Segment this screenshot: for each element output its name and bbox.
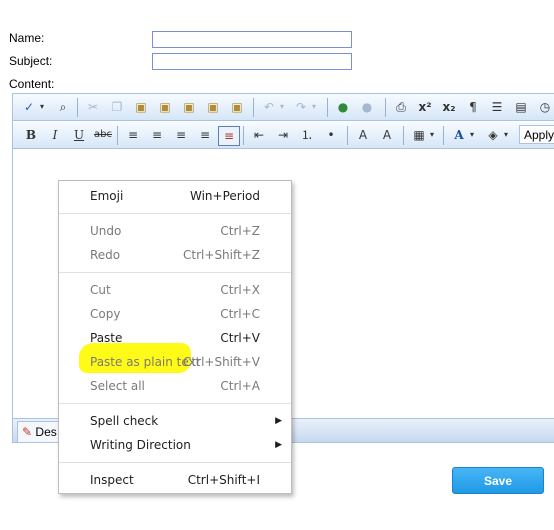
cut-icon[interactable]: ✂ xyxy=(83,98,103,116)
print-icon[interactable]: ⎙ xyxy=(391,98,411,116)
font-color-icon[interactable]: A xyxy=(449,126,469,144)
horizontal-rule-icon[interactable]: ☰ xyxy=(487,98,507,116)
context-menu: Emoji Win+Period Undo Ctrl+Z Redo Ctrl+Shif… xyxy=(58,180,292,494)
dropdown-arrow-icon[interactable]: ▾ xyxy=(37,98,47,116)
pencil-icon: ✎ xyxy=(22,425,33,439)
save-button[interactable]: Save xyxy=(452,467,544,494)
editor-toolbar-bottom: B I U abc ≡ ≡ ≡ ≡ ≡ ⇤ ⇥ ⒈ • A A ▦ ▾ A ▾ … xyxy=(13,122,554,149)
toolbar-separator xyxy=(347,126,348,145)
menu-item-inspect[interactable]: Inspect Ctrl+Shift+I xyxy=(59,469,291,491)
indent-icon[interactable]: ⇥ xyxy=(273,126,293,144)
dropdown-arrow-icon[interactable]: ▾ xyxy=(467,126,477,144)
toolbar-separator xyxy=(327,98,328,117)
menu-item-select-all[interactable]: Select all Ctrl+A xyxy=(59,375,291,397)
toolbar-separator xyxy=(253,98,254,117)
align-center-icon[interactable]: ≡ xyxy=(147,126,167,144)
outdent-icon[interactable]: ⇤ xyxy=(249,126,269,144)
submenu-arrow-icon: ▶ xyxy=(275,440,282,450)
redo-icon[interactable]: ↷ xyxy=(291,98,311,116)
menu-separator xyxy=(59,213,291,214)
toolbar-separator xyxy=(443,126,444,145)
spellcheck-icon[interactable]: ✓ xyxy=(19,98,39,116)
menu-item-copy[interactable]: Copy Ctrl+C xyxy=(59,303,291,325)
clock-icon[interactable]: ◷ xyxy=(535,98,554,116)
paste-special-icon[interactable]: ▣ xyxy=(227,98,247,116)
paragraph-icon[interactable]: ¶ xyxy=(463,98,483,116)
paste-html-icon[interactable]: ▣ xyxy=(203,98,223,116)
paste-icon[interactable]: ▣ xyxy=(131,98,151,116)
decrease-font-icon[interactable]: A xyxy=(353,126,373,144)
align-right-icon[interactable]: ≡ xyxy=(171,126,191,144)
subscript-icon[interactable]: x₂ xyxy=(439,98,459,116)
subject-label: Subject: xyxy=(9,54,53,68)
numbered-list-icon[interactable]: ⒈ xyxy=(297,126,317,144)
copy-icon[interactable]: ❐ xyxy=(107,98,127,116)
underline-icon[interactable]: U xyxy=(69,126,89,144)
name-label: Name: xyxy=(9,31,45,45)
toolbar-separator xyxy=(77,98,78,117)
bold-icon[interactable]: B xyxy=(21,126,41,144)
menu-item-writing-direction[interactable]: Writing Direction ▶ xyxy=(59,434,291,456)
menu-item-spell-check[interactable]: Spell check ▶ xyxy=(59,410,291,432)
apply-css-class-select[interactable]: Apply xyxy=(519,125,554,144)
paste-text-icon[interactable]: ▣ xyxy=(179,98,199,116)
toolbar-separator xyxy=(243,126,244,145)
submenu-arrow-icon: ▶ xyxy=(275,416,282,426)
subject-input[interactable] xyxy=(152,53,352,70)
align-left-icon[interactable]: ≡ xyxy=(123,126,143,144)
strikethrough-icon[interactable]: abc xyxy=(93,126,113,144)
toolbar-separator xyxy=(117,126,118,145)
name-input[interactable] xyxy=(152,31,352,48)
menu-separator xyxy=(59,403,291,404)
menu-item-paste-plain-text[interactable]: Paste as plain text Ctrl+Shift+V xyxy=(59,351,291,373)
menu-item-emoji[interactable]: Emoji Win+Period xyxy=(59,185,291,207)
dropdown-arrow-icon[interactable]: ▾ xyxy=(427,126,437,144)
dropdown-arrow-icon[interactable]: ▾ xyxy=(501,126,511,144)
dropdown-arrow-icon[interactable]: ▾ xyxy=(277,98,287,116)
editor-toolbar-top: ✓ ▾ ⌕ ✂ ❐ ▣ ▣ ▣ ▣ ▣ ↶ ▾ ↷ ▾ ● ● ⎙ x² x₂ … xyxy=(13,94,554,121)
italic-icon[interactable]: I xyxy=(45,126,65,144)
design-tab-label: Des xyxy=(35,425,57,439)
justify-none-icon[interactable]: ≡ xyxy=(218,126,240,146)
toolbar-separator xyxy=(385,98,386,117)
table-icon[interactable]: ▦ xyxy=(409,126,429,144)
hyperlink-icon[interactable]: ● xyxy=(333,98,353,116)
content-label: Content: xyxy=(9,77,55,91)
paste-word-icon[interactable]: ▣ xyxy=(155,98,175,116)
superscript-icon[interactable]: x² xyxy=(415,98,435,116)
form-element-icon[interactable]: ▤ xyxy=(511,98,531,116)
find-icon[interactable]: ⌕ xyxy=(53,98,73,116)
increase-font-icon[interactable]: A xyxy=(377,126,397,144)
undo-icon[interactable]: ↶ xyxy=(259,98,279,116)
bullet-list-icon[interactable]: • xyxy=(321,126,341,144)
menu-separator xyxy=(59,272,291,273)
dropdown-arrow-icon[interactable]: ▾ xyxy=(309,98,319,116)
unlink-icon[interactable]: ● xyxy=(357,98,377,116)
justify-icon[interactable]: ≡ xyxy=(195,126,215,144)
design-mode-tab[interactable]: ✎ Des xyxy=(17,421,62,442)
menu-item-undo[interactable]: Undo Ctrl+Z xyxy=(59,220,291,242)
menu-item-redo[interactable]: Redo Ctrl+Shift+Z xyxy=(59,244,291,266)
menu-separator xyxy=(59,462,291,463)
background-color-icon[interactable]: ◈ xyxy=(483,126,503,144)
toolbar-separator xyxy=(403,126,404,145)
menu-item-cut[interactable]: Cut Ctrl+X xyxy=(59,279,291,301)
